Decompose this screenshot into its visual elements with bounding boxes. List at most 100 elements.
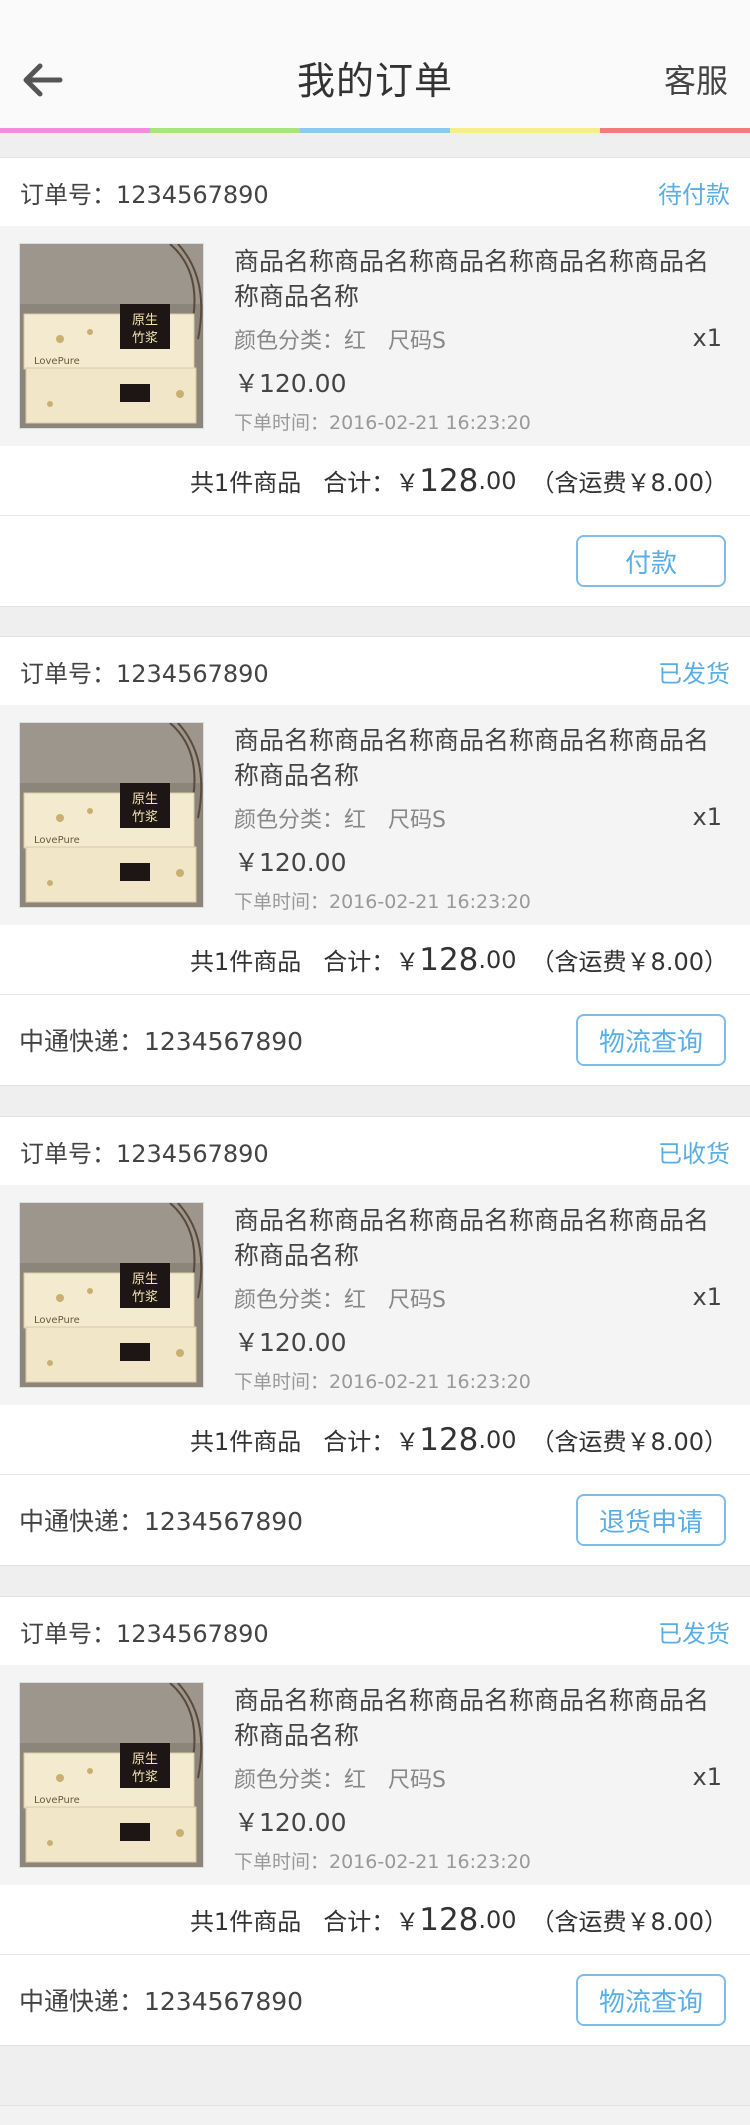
- product-item[interactable]: 原生 竹浆 LovePure 商品名称商品名称商品名称商品名称商品名称商品名称 …: [0, 705, 750, 925]
- order-number-label: 订单号：: [20, 659, 116, 688]
- order-card: 订单号：1234567890 已发货 原生 竹浆 LovePure 商品名称商品…: [0, 636, 750, 1086]
- order-number-label: 订单号：: [20, 1139, 116, 1168]
- total-currency: ￥: [395, 469, 420, 497]
- item-count: 共1件商品: [189, 948, 302, 976]
- order-time: 下单时间：2016-02-21 16:23:20: [234, 1851, 531, 1873]
- pack-brand: LovePure: [34, 356, 80, 367]
- pack-label-bottom: 竹浆: [132, 331, 158, 346]
- total-label: 合计：: [323, 1908, 396, 1936]
- product-price: ￥120.00: [234, 369, 347, 398]
- product-item[interactable]: 原生 竹浆 LovePure 商品名称商品名称商品名称商品名称商品名称商品名称 …: [0, 1185, 750, 1405]
- pack-brand: LovePure: [34, 1795, 80, 1806]
- product-item[interactable]: 原生 竹浆 LovePure 商品名称商品名称商品名称商品名称商品名称商品名称 …: [0, 226, 750, 446]
- order-number: 订单号：1234567890: [20, 175, 269, 210]
- order-header: 订单号：1234567890 待付款: [0, 158, 750, 226]
- item-count: 共1件商品: [189, 1428, 302, 1456]
- tissue-pack-image: 原生 竹浆 LovePure: [20, 244, 203, 428]
- product-name[interactable]: 商品名称商品名称商品名称商品名称商品名称商品名称: [234, 1203, 724, 1273]
- tissue-pack-image: 原生 竹浆 LovePure: [20, 1203, 203, 1387]
- order-status: 已收货: [658, 1139, 730, 1168]
- rainbow-segment: [600, 128, 750, 133]
- order-actions: 中通快递：1234567890 物流查询: [0, 1955, 750, 2045]
- courier-info: 中通快递：1234567890: [19, 1507, 304, 1536]
- product-thumbnail[interactable]: 原生 竹浆 LovePure: [19, 1202, 204, 1388]
- product-quantity: x1: [692, 324, 722, 352]
- pack-label-top: 原生: [132, 1272, 158, 1287]
- product-spec: 颜色分类：红 尺码S: [234, 1768, 446, 1793]
- order-number-value: 1234567890: [116, 1619, 269, 1648]
- order-actions: 付款: [0, 516, 750, 606]
- order-summary: 共1件商品 合计： ￥ 128 .00 （含运费￥8.00）: [0, 446, 750, 516]
- product-spec: 颜色分类：红 尺码S: [234, 329, 446, 354]
- page-title: 我的订单: [296, 59, 453, 103]
- order-status: 待付款: [658, 180, 730, 209]
- item-count: 共1件商品: [189, 469, 302, 497]
- product-price: ￥120.00: [234, 848, 347, 877]
- order-card: 订单号：1234567890 待付款 原生 竹浆 LovePure 商品名称商品…: [0, 157, 750, 607]
- order-action-button[interactable]: 物流查询: [576, 1014, 726, 1066]
- order-time: 下单时间：2016-02-21 16:23:20: [234, 1371, 531, 1393]
- order-summary: 共1件商品 合计： ￥ 128 .00 （含运费￥8.00）: [0, 1885, 750, 1955]
- product-thumbnail[interactable]: 原生 竹浆 LovePure: [19, 1682, 204, 1868]
- courier-info: 中通快递：1234567890: [19, 1027, 304, 1056]
- tissue-pack-image: 原生 竹浆 LovePure: [20, 723, 203, 907]
- order-number: 订单号：1234567890: [20, 1134, 269, 1169]
- rainbow-segment: [0, 128, 150, 133]
- order-number: 订单号：1234567890: [20, 654, 269, 689]
- total-decimal: .00: [478, 1425, 517, 1454]
- order-number-label: 订单号：: [20, 1619, 116, 1648]
- order-time: 下单时间：2016-02-21 16:23:20: [234, 412, 531, 434]
- pack-brand: LovePure: [34, 1315, 80, 1326]
- product-name[interactable]: 商品名称商品名称商品名称商品名称商品名称商品名称: [234, 244, 724, 314]
- order-action-button[interactable]: 物流查询: [576, 1974, 726, 2026]
- order-action-button[interactable]: 退货申请: [576, 1494, 726, 1546]
- total-decimal: .00: [478, 1905, 517, 1934]
- order-actions: 中通快递：1234567890 物流查询: [0, 995, 750, 1085]
- rainbow-divider: [0, 128, 750, 133]
- product-price: ￥120.00: [234, 1808, 347, 1837]
- order-summary: 共1件商品 合计： ￥ 128 .00 （含运费￥8.00）: [0, 925, 750, 995]
- pack-label-bottom: 竹浆: [132, 1770, 158, 1785]
- order-number: 订单号：1234567890: [20, 1614, 269, 1649]
- header-bar: 我的订单 客服: [0, 0, 750, 128]
- product-thumbnail[interactable]: 原生 竹浆 LovePure: [19, 243, 204, 429]
- shipping-fee: （含运费￥8.00）: [530, 1428, 728, 1456]
- order-status: 已发货: [658, 659, 730, 688]
- next-order-card-edge: [0, 2105, 750, 2125]
- customer-service-button[interactable]: 客服: [664, 56, 728, 102]
- pack-label-bottom: 竹浆: [132, 1290, 158, 1305]
- total-amount: 128: [419, 1901, 479, 1938]
- total-amount: 128: [419, 1421, 479, 1458]
- product-quantity: x1: [692, 1763, 722, 1791]
- order-status: 已发货: [658, 1619, 730, 1648]
- order-number-value: 1234567890: [116, 659, 269, 688]
- shipping-fee: （含运费￥8.00）: [530, 1908, 728, 1936]
- item-count: 共1件商品: [189, 1908, 302, 1936]
- order-header: 订单号：1234567890 已发货: [0, 637, 750, 705]
- product-quantity: x1: [692, 1283, 722, 1311]
- total-amount: 128: [419, 462, 479, 499]
- order-actions: 中通快递：1234567890 退货申请: [0, 1475, 750, 1565]
- product-thumbnail[interactable]: 原生 竹浆 LovePure: [19, 722, 204, 908]
- rainbow-segment: [450, 128, 600, 133]
- shipping-fee: （含运费￥8.00）: [530, 469, 728, 497]
- total-decimal: .00: [478, 466, 517, 495]
- total-currency: ￥: [395, 948, 420, 976]
- product-name[interactable]: 商品名称商品名称商品名称商品名称商品名称商品名称: [234, 1683, 724, 1753]
- order-card: 订单号：1234567890 已发货 原生 竹浆 LovePure 商品名称商品…: [0, 1596, 750, 2046]
- product-item[interactable]: 原生 竹浆 LovePure 商品名称商品名称商品名称商品名称商品名称商品名称 …: [0, 1665, 750, 1885]
- product-spec: 颜色分类：红 尺码S: [234, 1288, 446, 1313]
- order-number-label: 订单号：: [20, 180, 116, 209]
- order-action-button[interactable]: 付款: [576, 535, 726, 587]
- rainbow-segment: [300, 128, 450, 133]
- product-name[interactable]: 商品名称商品名称商品名称商品名称商品名称商品名称: [234, 723, 724, 793]
- product-spec: 颜色分类：红 尺码S: [234, 808, 446, 833]
- total-currency: ￥: [395, 1908, 420, 1936]
- product-quantity: x1: [692, 803, 722, 831]
- total-label: 合计：: [323, 948, 396, 976]
- order-header: 订单号：1234567890 已发货: [0, 1597, 750, 1665]
- order-header: 订单号：1234567890 已收货: [0, 1117, 750, 1185]
- shipping-fee: （含运费￥8.00）: [530, 948, 728, 976]
- total-decimal: .00: [478, 945, 517, 974]
- courier-info: 中通快递：1234567890: [19, 1987, 304, 2016]
